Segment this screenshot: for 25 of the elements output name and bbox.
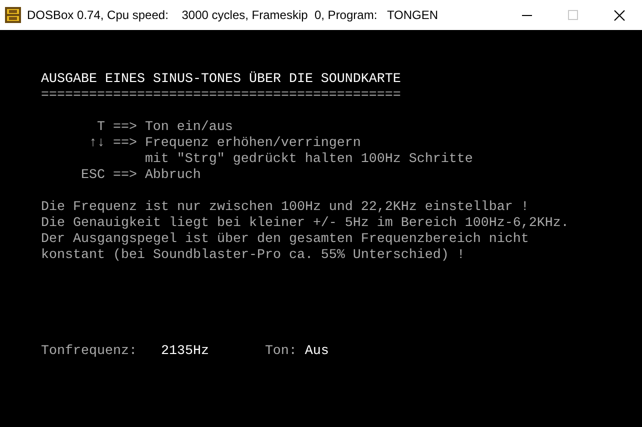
tone-value: Aus bbox=[304, 344, 329, 360]
key-label: T bbox=[96, 120, 105, 136]
note-line: Die Genauigkeit liegt bei kleiner +/- 5Hz im Bereich 100Hz-6,2KHz. bbox=[41, 216, 569, 232]
key-description: Frequenz erhöhen/verringern bbox=[144, 136, 361, 152]
tone-label: Ton: bbox=[264, 344, 298, 360]
heading: AUSGABE EINES SINUS-TONES ÜBER DIE SOUNDKARTE bbox=[41, 72, 401, 88]
note-line: konstant (bei Soundblaster-Pro ca. 55% Unterschied) ! bbox=[41, 248, 465, 264]
window-title: DOSBox 0.74, Cpu speed: 3000 cycles, Frameskip 0, Program: TONGEN bbox=[27, 8, 438, 22]
key-description: mit "Strg" gedrückt halten 100Hz Schritte bbox=[144, 152, 473, 168]
key-label: ↑↓ bbox=[88, 136, 105, 152]
arrow-text: ==> bbox=[112, 120, 137, 136]
arrow-text: ==> bbox=[112, 136, 137, 152]
close-icon bbox=[614, 10, 624, 20]
heading-underline: ============================================= bbox=[41, 88, 401, 104]
key-label: ESC bbox=[80, 168, 105, 184]
arrow-text: ==> bbox=[112, 168, 137, 184]
key-description: Abbruch bbox=[144, 168, 201, 184]
app-logo-icon bbox=[5, 7, 21, 23]
note-line: Der Ausgangspegel ist über den gesamten Frequenzbereich nicht bbox=[41, 232, 529, 248]
maximize-icon bbox=[568, 10, 578, 20]
frequency-value: 2135Hz bbox=[160, 344, 210, 360]
note-line: Die Frequenz ist nur zwischen 100Hz und 22,2KHz einstellbar ! bbox=[41, 200, 529, 216]
frequency-label: Tonfrequenz: bbox=[41, 344, 138, 360]
key-description: Ton ein/aus bbox=[144, 120, 233, 136]
minimize-icon bbox=[522, 14, 532, 16]
